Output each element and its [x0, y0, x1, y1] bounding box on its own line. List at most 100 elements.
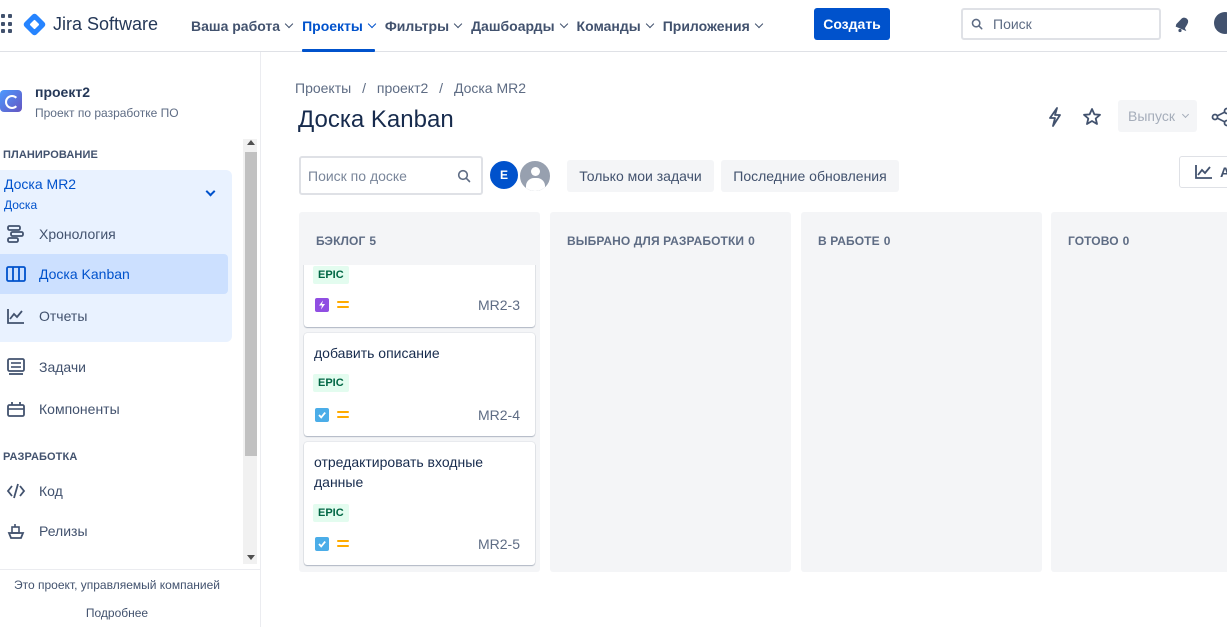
task-type-icon: [315, 537, 329, 551]
column-title: ГОТОВО: [1068, 234, 1119, 248]
global-search-input[interactable]: Поиск: [961, 8, 1161, 40]
timeline-icon: [5, 223, 27, 245]
sidebar-item-label: Доска Kanban: [39, 266, 130, 282]
breadcrumb-board[interactable]: Доска MR2: [454, 80, 526, 96]
epic-label: EPIC: [313, 374, 349, 392]
app-switcher-icon[interactable]: [0, 14, 14, 34]
issue-summary: добавить описание: [314, 345, 440, 361]
nav-apps[interactable]: Приложения: [662, 0, 771, 52]
priority-medium-icon: [337, 301, 349, 309]
breadcrumb-project[interactable]: проект2: [377, 80, 428, 96]
column-title: ВЫБРАНО ДЛЯ РАЗРАБОТКИ: [567, 234, 745, 248]
section-title-planning: ПЛАНИРОВАНИЕ: [3, 149, 98, 161]
release-button-label: Выпуск: [1128, 108, 1175, 124]
logo-text: Jira Software: [53, 13, 159, 34]
board-column-selected-for-development: ВЫБРАНО ДЛЯ РАЗРАБОТКИ 0: [550, 212, 791, 572]
chevron-down-icon: [284, 19, 294, 29]
board-switcher-group: Доска MR2 Доска Хронология Доска Kanban: [0, 170, 232, 342]
board-switcher[interactable]: Доска MR2 Доска: [0, 170, 232, 214]
project-avatar-icon: [0, 90, 22, 112]
nav-your-work[interactable]: Ваша работа: [190, 0, 301, 52]
column-count: 0: [883, 234, 891, 248]
column-count: 0: [1122, 234, 1130, 248]
reports-icon: [5, 305, 27, 327]
create-button[interactable]: Создать: [814, 8, 890, 40]
insights-button-label: A: [1220, 164, 1227, 180]
epic-label: EPIC: [313, 266, 349, 284]
priority-medium-icon: [337, 411, 349, 419]
column-title: В РАБОТЕ: [818, 234, 880, 248]
issue-key: MR2-5: [477, 536, 520, 552]
epic-label: EPIC: [313, 504, 349, 522]
share-icon[interactable]: [1210, 106, 1227, 128]
nav-dashboards[interactable]: Дашбоарды: [470, 0, 575, 52]
column-header: БЭКЛОГ 5: [316, 234, 376, 248]
board-search-placeholder: Поиск по доске: [308, 167, 407, 184]
chevron-down-icon: [205, 186, 216, 197]
sidebar-item-label: Хронология: [39, 226, 116, 242]
task-type-icon: [315, 408, 329, 422]
issue-card-mr2-5[interactable]: отредактировать входные данные EPIC MR2-…: [304, 442, 535, 565]
sidebar-item-kanban-board[interactable]: Доска Kanban: [0, 254, 228, 294]
column-header: В РАБОТЕ 0: [818, 234, 891, 248]
primary-nav: Ваша работа Проекты Фильтры Дашбоарды Ко…: [190, 0, 771, 52]
board-search-input[interactable]: Поиск по доске: [299, 156, 483, 195]
nav-filters-label: Фильтры: [384, 18, 450, 34]
unassigned-avatar[interactable]: [518, 159, 552, 193]
project-type-text: Это проект, управляемый компанией: [14, 578, 220, 592]
search-icon: [971, 18, 983, 30]
breadcrumb: Проекты / проект2 / Доска MR2: [295, 80, 533, 96]
scroll-up-arrow-icon[interactable]: [247, 140, 255, 145]
sidebar-scroll-thumb[interactable]: [245, 152, 257, 456]
nav-teams-label: Команды: [576, 18, 641, 34]
jira-logo-icon: [22, 11, 47, 37]
sidebar-item-components[interactable]: Компоненты: [0, 389, 228, 429]
nav-filters[interactable]: Фильтры: [384, 0, 470, 52]
sidebar-item-timeline[interactable]: Хронология: [0, 214, 228, 254]
only-my-issues-filter[interactable]: Только мои задачи: [567, 160, 714, 192]
nav-teams[interactable]: Команды: [576, 0, 662, 52]
sidebar-item-reports[interactable]: Отчеты: [0, 296, 228, 336]
section-title-development: РАЗРАБОТКА: [3, 451, 78, 463]
issue-summary: отредактировать входные данные: [314, 454, 484, 490]
automation-lightning-icon[interactable]: [1044, 106, 1066, 128]
column-count: 5: [369, 234, 377, 248]
sidebar-item-issues[interactable]: Задачи: [0, 347, 228, 387]
issues-icon: [5, 356, 27, 378]
sidebar-item-label: Компоненты: [39, 401, 120, 417]
sidebar-item-code[interactable]: Код: [0, 471, 228, 511]
sidebar-scroll-area: ПЛАНИРОВАНИЕ Доска MR2 Доска Хронология …: [0, 137, 261, 569]
chevron-down-icon: [754, 19, 764, 29]
insights-button[interactable]: A: [1179, 156, 1227, 188]
releases-icon: [5, 520, 27, 542]
help-icon[interactable]: [1214, 12, 1227, 34]
scroll-down-arrow-icon[interactable]: [247, 555, 255, 560]
top-navigation: Jira Software Ваша работа Проекты Фильтр…: [0, 0, 1227, 52]
sidebar-item-releases[interactable]: Релизы: [0, 511, 228, 551]
chevron-down-icon: [645, 19, 654, 29]
chevron-down-icon: [559, 19, 568, 29]
release-button[interactable]: Выпуск: [1118, 100, 1197, 132]
learn-more-link[interactable]: Подробнее: [0, 606, 234, 620]
sidebar-item-label: Релизы: [39, 523, 88, 539]
board-switcher-title: Доска MR2: [4, 176, 77, 192]
project-name: проект2: [35, 84, 90, 100]
issue-key: MR2-4: [477, 407, 520, 423]
issue-card-mr2-3[interactable]: EPIC MR2-3: [304, 265, 535, 327]
column-header: ВЫБРАНО ДЛЯ РАЗРАБОТКИ 0: [567, 234, 755, 248]
breadcrumb-projects[interactable]: Проекты: [295, 80, 351, 96]
nav-projects[interactable]: Проекты: [301, 0, 384, 52]
board-column-in-progress: В РАБОТЕ 0: [801, 212, 1042, 572]
nav-your-work-label: Ваша работа: [191, 18, 281, 34]
nav-projects-label: Проекты: [302, 18, 363, 34]
notifications-bell-icon[interactable]: [1173, 14, 1193, 34]
chevron-down-icon: [1181, 110, 1189, 119]
column-title: БЭКЛОГ: [316, 234, 366, 248]
star-icon[interactable]: [1081, 106, 1103, 128]
issue-card-mr2-4[interactable]: добавить описание EPIC MR2-4: [304, 333, 535, 436]
nav-dashboards-label: Дашбоарды: [471, 18, 555, 34]
recently-updated-filter[interactable]: Последние обновления: [721, 160, 899, 192]
chevron-down-icon: [367, 19, 377, 29]
user-avatar-e[interactable]: E: [488, 159, 520, 191]
jira-logo[interactable]: Jira Software: [22, 11, 159, 37]
